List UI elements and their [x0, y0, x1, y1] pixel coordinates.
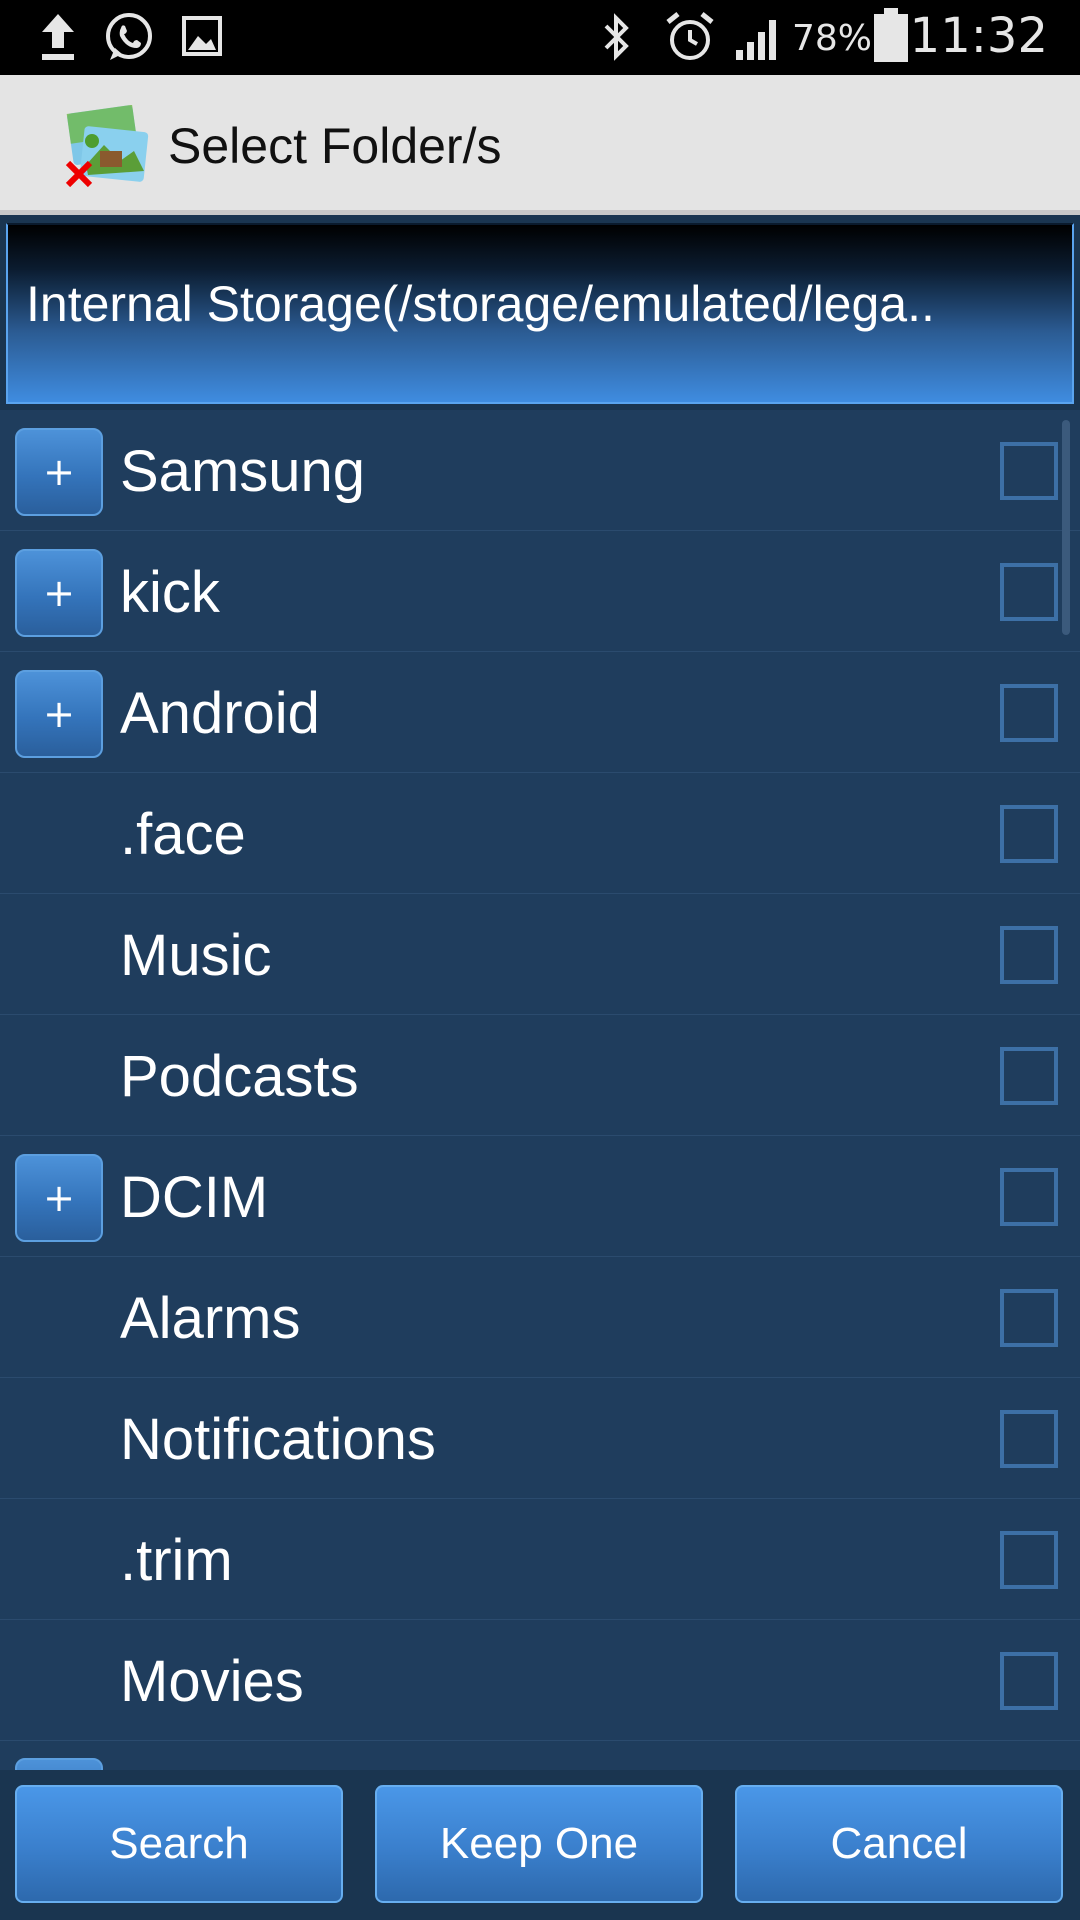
folder-name: Android — [120, 681, 320, 746]
folder-checkbox[interactable] — [1000, 1531, 1058, 1589]
folder-name: .trim — [120, 1528, 233, 1593]
clock: 11:32 — [909, 8, 1048, 64]
list-scrollbar[interactable] — [1062, 420, 1070, 635]
folder-row-samsung[interactable]: + Samsung — [0, 410, 1080, 531]
expand-button[interactable]: + — [15, 670, 103, 758]
folder-name: Notifications — [120, 1407, 436, 1472]
folder-row-android[interactable]: + Android — [0, 652, 1080, 773]
folder-name: Music — [120, 923, 272, 988]
path-header: Internal Storage(/storage/emulated/lega.… — [0, 215, 1080, 410]
folder-checkbox[interactable] — [1000, 684, 1058, 742]
folder-list[interactable]: + Samsung + kick + Android .face Music P… — [0, 410, 1080, 1770]
expand-button[interactable]: + — [15, 1154, 103, 1242]
image-icon — [182, 16, 222, 56]
page-title: Select Folder/s — [168, 118, 502, 174]
keep-one-button[interactable]: Keep One — [375, 1785, 703, 1903]
folder-row-trim[interactable]: .trim — [0, 1499, 1080, 1620]
status-bar: 78% 11:32 — [0, 0, 1080, 75]
battery-icon — [874, 8, 908, 62]
alarm-icon — [666, 12, 714, 60]
folder-name: Alarms — [120, 1286, 301, 1351]
bluetooth-icon — [604, 13, 629, 61]
folder-name: Samsung — [120, 439, 366, 504]
expand-button-partial[interactable] — [15, 1758, 103, 1770]
search-button[interactable]: Search — [15, 1785, 343, 1903]
folder-row-music[interactable]: Music — [0, 894, 1080, 1015]
folder-checkbox[interactable] — [1000, 805, 1058, 863]
path-header-panel: Internal Storage(/storage/emulated/lega.… — [6, 223, 1074, 404]
expand-button[interactable]: + — [15, 549, 103, 637]
folder-row-face[interactable]: .face — [0, 773, 1080, 894]
current-path: Internal Storage(/storage/emulated/lega.… — [26, 276, 935, 332]
folder-checkbox[interactable] — [1000, 1652, 1058, 1710]
signal-icon — [736, 20, 776, 60]
folder-checkbox[interactable] — [1000, 563, 1058, 621]
folder-row-alarms[interactable]: Alarms — [0, 1257, 1080, 1378]
folder-row-movies[interactable]: Movies — [0, 1620, 1080, 1741]
title-bar: Select Folder/s — [0, 75, 1080, 215]
folder-checkbox[interactable] — [1000, 1047, 1058, 1105]
folder-checkbox[interactable] — [1000, 1410, 1058, 1468]
folder-checkbox[interactable] — [1000, 926, 1058, 984]
folder-checkbox[interactable] — [1000, 1168, 1058, 1226]
expand-button[interactable]: + — [15, 428, 103, 516]
folder-name: Movies — [120, 1649, 304, 1714]
folder-row-dcim[interactable]: + DCIM — [0, 1136, 1080, 1257]
whatsapp-icon — [106, 13, 152, 60]
folder-checkbox[interactable] — [1000, 442, 1058, 500]
folder-name: kick — [120, 560, 220, 625]
folder-checkbox[interactable] — [1000, 1289, 1058, 1347]
folder-row-notifications[interactable]: Notifications — [0, 1378, 1080, 1499]
cancel-button[interactable]: Cancel — [735, 1785, 1063, 1903]
folder-name: DCIM — [120, 1165, 269, 1230]
upload-icon — [42, 14, 74, 60]
folder-row-podcasts[interactable]: Podcasts — [0, 1015, 1080, 1136]
app-logo-icon — [65, 105, 149, 187]
folder-row-kick[interactable]: + kick — [0, 531, 1080, 652]
battery-percent: 78% — [792, 18, 873, 59]
folder-name: .face — [120, 802, 246, 867]
folder-name: Podcasts — [120, 1044, 359, 1109]
bottom-action-bar: Search Keep One Cancel — [0, 1770, 1080, 1920]
